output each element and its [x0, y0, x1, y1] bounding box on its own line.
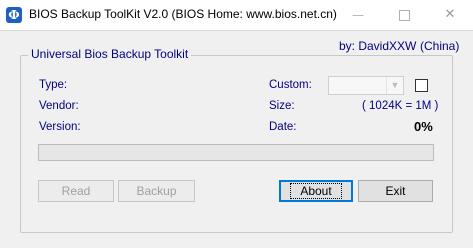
author-credit: by: DavidXXW — [339, 39, 417, 53]
custom-checkbox[interactable] — [415, 79, 428, 92]
read-button[interactable]: Read — [38, 180, 114, 202]
vendor-label: Vendor: — [39, 100, 79, 112]
progress-bar — [38, 144, 434, 161]
about-button[interactable]: About — [279, 180, 353, 202]
group-title: Universal Bios Backup Toolkit — [28, 47, 192, 61]
custom-select[interactable]: ▼ — [328, 76, 404, 95]
maximize-icon — [398, 10, 410, 21]
maximize-button[interactable] — [381, 0, 427, 30]
window-title: BIOS Backup ToolKit V2.0 (BIOS Home: www… — [29, 7, 337, 21]
title-bar[interactable]: Ф BIOS Backup ToolKit V2.0 (BIOS Home: w… — [0, 0, 473, 31]
about-button-label: About — [290, 183, 342, 199]
minimize-icon: — — [352, 8, 364, 22]
size-value: ( 1024K = 1M ) — [362, 100, 439, 112]
read-button-label: Read — [61, 184, 91, 198]
author-country: (China) — [420, 39, 460, 53]
percent-value: 0% — [414, 119, 433, 134]
chevron-down-icon[interactable]: ▼ — [386, 77, 403, 94]
close-button[interactable]: ✕ — [427, 0, 473, 30]
minimize-button[interactable]: — — [335, 0, 381, 30]
exit-button[interactable]: Exit — [358, 180, 433, 202]
date-label: Date: — [269, 121, 297, 133]
version-label: Version: — [39, 121, 81, 133]
custom-label: Custom: — [269, 79, 312, 91]
type-label: Type: — [39, 79, 68, 91]
exit-button-label: Exit — [385, 184, 406, 198]
bios-app-icon[interactable]: Ф — [6, 7, 22, 23]
backup-button[interactable]: Backup — [118, 180, 195, 202]
app-window: Ф BIOS Backup ToolKit V2.0 (BIOS Home: w… — [0, 0, 473, 248]
size-label: Size: — [269, 100, 295, 112]
backup-button-label: Backup — [136, 184, 177, 198]
close-icon: ✕ — [444, 7, 456, 22]
